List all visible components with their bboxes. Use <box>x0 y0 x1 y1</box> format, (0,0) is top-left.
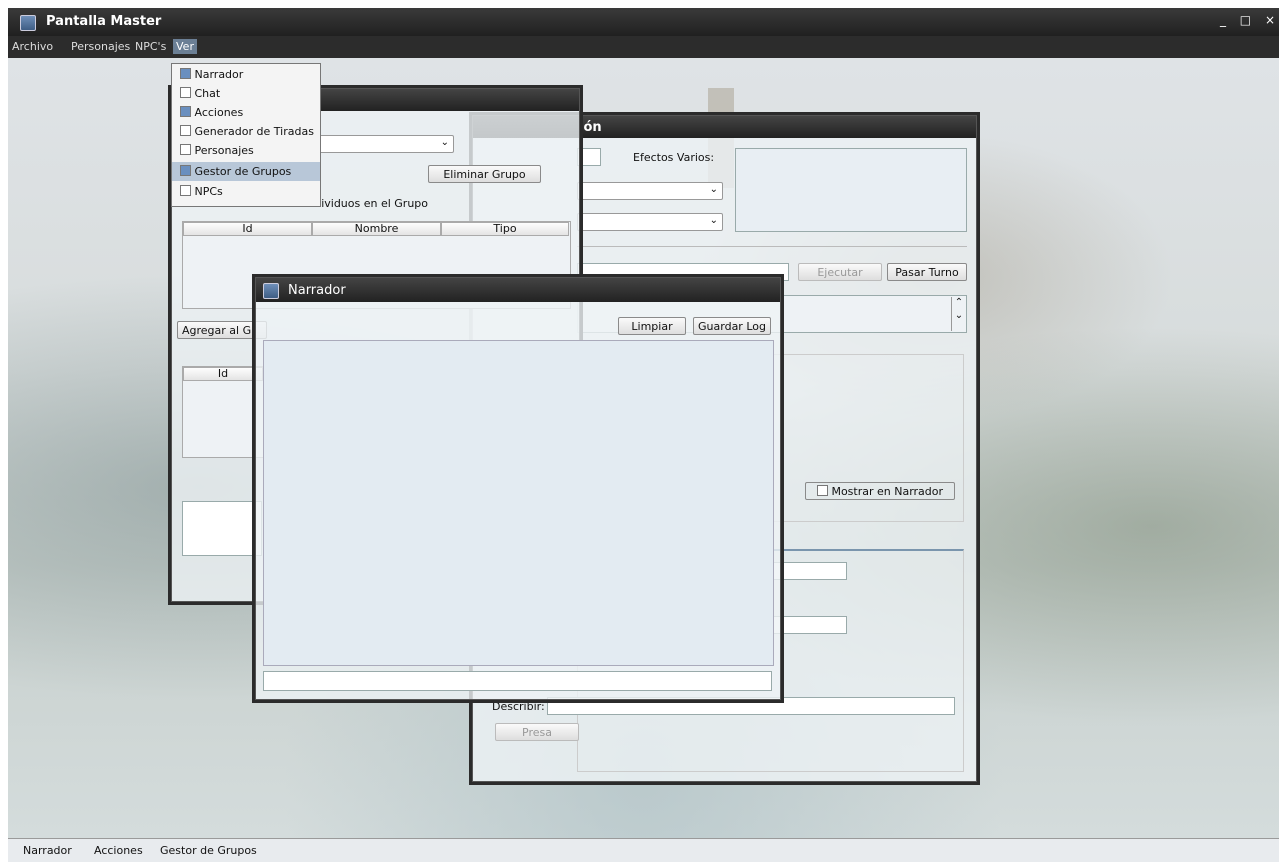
menu-ver[interactable]: Ver <box>173 39 197 54</box>
divider <box>577 246 967 247</box>
check-icon <box>180 125 191 136</box>
log-scrollbar[interactable]: ⌃ ⌄ <box>951 297 966 331</box>
ver-item-personajes[interactable]: Personajes <box>172 141 320 160</box>
ejecutar-button[interactable]: Ejecutar <box>798 263 882 281</box>
ver-item-label: Gestor de Grupos <box>194 165 292 178</box>
check-icon <box>180 87 191 98</box>
efectos-textarea[interactable] <box>735 148 967 232</box>
acciones-combo-1[interactable]: ⌄ <box>577 182 723 200</box>
lower-table: Id <box>182 366 264 458</box>
ver-item-label: Acciones <box>194 106 244 119</box>
grupos-text-area[interactable] <box>182 501 262 556</box>
window-title: Pantalla Master <box>46 14 162 29</box>
ver-item-label: NPCs <box>194 185 223 198</box>
ver-item-label: Generador de Tiradas <box>194 125 314 138</box>
ver-item-label: Personajes <box>194 144 254 157</box>
menu-personajes[interactable]: Personajes <box>71 40 130 53</box>
col-tipo[interactable]: Tipo <box>441 222 569 236</box>
chevron-down-icon: ⌄ <box>709 184 718 195</box>
acciones-title: ión <box>579 120 602 135</box>
taskbar-acciones[interactable]: Acciones <box>94 844 143 857</box>
ver-item-acciones[interactable]: Acciones <box>172 103 320 122</box>
col-nombre[interactable]: Nombre <box>312 222 441 236</box>
acciones-combo-2[interactable]: ⌄ <box>577 213 723 231</box>
taskbar-gestor-grupos[interactable]: Gestor de Grupos <box>160 844 257 857</box>
check-icon <box>180 165 191 176</box>
efectos-label: Efectos Varios: <box>633 151 715 164</box>
narrador-titlebar: Narrador <box>256 278 780 302</box>
narrador-text-area[interactable] <box>263 340 774 666</box>
check-icon <box>180 144 191 155</box>
presa-button[interactable]: Presa <box>495 723 579 741</box>
java-app-icon <box>20 15 36 31</box>
acciones-small-field[interactable] <box>577 148 601 166</box>
ver-dropdown: Narrador Chat Acciones Generador de Tira… <box>171 63 321 207</box>
ver-item-narrador[interactable]: Narrador <box>172 65 320 84</box>
menu-archivo[interactable]: Archivo <box>12 40 53 53</box>
pasar-turno-button[interactable]: Pasar Turno <box>887 263 967 281</box>
chevron-down-icon: ⌄ <box>954 310 964 321</box>
mostrar-narrador-checkbox[interactable]: Mostrar en Narrador <box>805 482 955 500</box>
close-button[interactable]: × <box>1265 13 1275 27</box>
ver-item-chat[interactable]: Chat <box>172 84 320 103</box>
narrador-title: Narrador <box>288 283 346 298</box>
menubar: Archivo Personajes NPC's Ver <box>8 36 1279 58</box>
chevron-down-icon: ⌄ <box>709 215 718 226</box>
narrador-panel: Narrador Limpiar Guardar Log <box>255 277 781 700</box>
guardar-log-button[interactable]: Guardar Log <box>693 317 771 335</box>
minimize-button[interactable]: _ <box>1220 13 1226 27</box>
chevron-down-icon: ⌄ <box>440 137 449 148</box>
ver-item-generador[interactable]: Generador de Tiradas <box>172 122 320 141</box>
limpiar-button[interactable]: Limpiar <box>618 317 686 335</box>
agregar-grupo-button[interactable]: Agregar al Gr <box>177 321 267 339</box>
check-icon <box>180 106 191 117</box>
main-titlebar: Pantalla Master _ □ × <box>8 8 1279 36</box>
individuos-label: Individuos en el Grupo <box>304 197 429 210</box>
menu-npcs[interactable]: NPC's <box>135 40 166 53</box>
describir-label: Describir: <box>492 700 545 713</box>
check-icon <box>816 485 828 496</box>
mostrar-narrador-label: Mostrar en Narrador <box>831 485 944 498</box>
java-app-icon <box>263 283 279 299</box>
ver-item-label: Chat <box>194 87 221 100</box>
lower-col-id[interactable]: Id <box>183 367 263 381</box>
ver-item-gestor-grupos[interactable]: Gestor de Grupos <box>172 162 320 181</box>
col-id[interactable]: Id <box>183 222 312 236</box>
maximize-button[interactable]: □ <box>1240 13 1251 27</box>
narrador-input[interactable] <box>263 671 772 691</box>
ver-item-npcs[interactable]: NPCs <box>172 182 320 201</box>
eliminar-grupo-button[interactable]: Eliminar Grupo <box>428 165 541 183</box>
window-controls: _ □ × <box>1210 13 1275 27</box>
chevron-up-icon: ⌃ <box>954 297 964 308</box>
check-icon <box>180 68 191 79</box>
check-icon <box>180 185 191 196</box>
ver-item-label: Narrador <box>194 68 244 81</box>
frame-taskbar: Narrador Acciones Gestor de Grupos <box>8 838 1279 862</box>
taskbar-narrador[interactable]: Narrador <box>23 844 72 857</box>
